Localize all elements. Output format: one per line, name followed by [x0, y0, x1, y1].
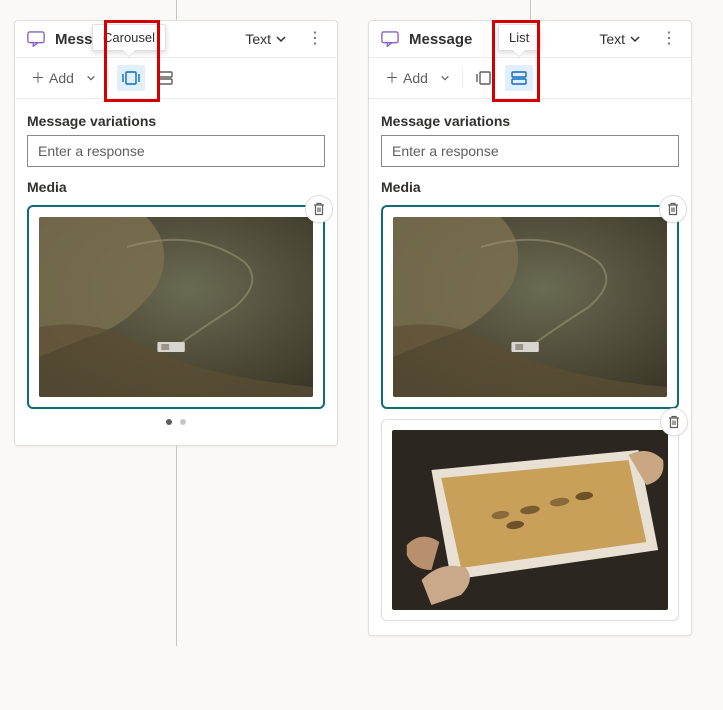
media-thumbnail — [392, 430, 668, 610]
media-thumbnail — [39, 217, 313, 397]
connector-line — [176, 446, 177, 646]
media-thumbnail — [393, 217, 667, 397]
carousel-icon — [476, 71, 494, 85]
panel-header: Message Text ⋮ — [15, 21, 337, 58]
toolbar: ＋ Add — [15, 58, 337, 99]
more-button[interactable]: ⋮ — [303, 29, 327, 49]
response-input[interactable] — [381, 135, 679, 167]
message-panel-left: Message Text ⋮ ＋ Add — [14, 20, 338, 446]
add-button[interactable]: ＋ Add — [379, 64, 434, 92]
chevron-down-icon[interactable] — [86, 73, 96, 83]
more-button[interactable]: ⋮ — [657, 29, 681, 49]
response-input[interactable] — [27, 135, 325, 167]
variations-heading: Message variations — [381, 113, 679, 129]
chevron-down-icon[interactable] — [440, 73, 450, 83]
separator — [108, 68, 109, 88]
carousel-icon — [122, 71, 140, 85]
media-card[interactable] — [381, 419, 679, 621]
list-layout-button[interactable] — [151, 65, 179, 91]
chevron-down-icon — [629, 33, 641, 45]
connector-line — [176, 0, 177, 20]
media-heading: Media — [381, 179, 679, 195]
media-card[interactable] — [381, 205, 679, 409]
toolbar: ＋ Add — [369, 58, 691, 99]
chevron-down-icon — [275, 33, 287, 45]
plus-icon: ＋ — [385, 68, 399, 88]
carousel-layout-button[interactable] — [117, 65, 145, 91]
connector-line — [530, 0, 531, 20]
chat-icon — [381, 31, 399, 47]
carousel-pager — [27, 409, 325, 431]
delete-button[interactable] — [659, 195, 687, 223]
add-button[interactable]: ＋ Add — [25, 64, 80, 92]
variations-heading: Message variations — [27, 113, 325, 129]
text-dropdown[interactable]: Text — [595, 29, 645, 49]
pager-dot[interactable] — [180, 419, 186, 425]
tooltip-list: List — [498, 24, 540, 51]
separator — [462, 68, 463, 88]
text-dropdown[interactable]: Text — [241, 29, 291, 49]
media-heading: Media — [27, 179, 325, 195]
message-panel-right: Message Text ⋮ ＋ Add — [368, 20, 692, 636]
carousel-layout-button[interactable] — [471, 65, 499, 91]
trash-icon — [666, 202, 680, 216]
pager-dot[interactable] — [166, 419, 172, 425]
list-icon — [511, 71, 527, 85]
trash-icon — [667, 415, 681, 429]
media-card[interactable] — [27, 205, 325, 409]
plus-icon: ＋ — [31, 68, 45, 88]
trash-icon — [312, 202, 326, 216]
list-icon — [157, 71, 173, 85]
delete-button[interactable] — [305, 195, 333, 223]
list-layout-button[interactable] — [505, 65, 533, 91]
chat-icon — [27, 31, 45, 47]
tooltip-carousel: Carousel — [92, 24, 166, 51]
delete-button[interactable] — [660, 408, 688, 436]
